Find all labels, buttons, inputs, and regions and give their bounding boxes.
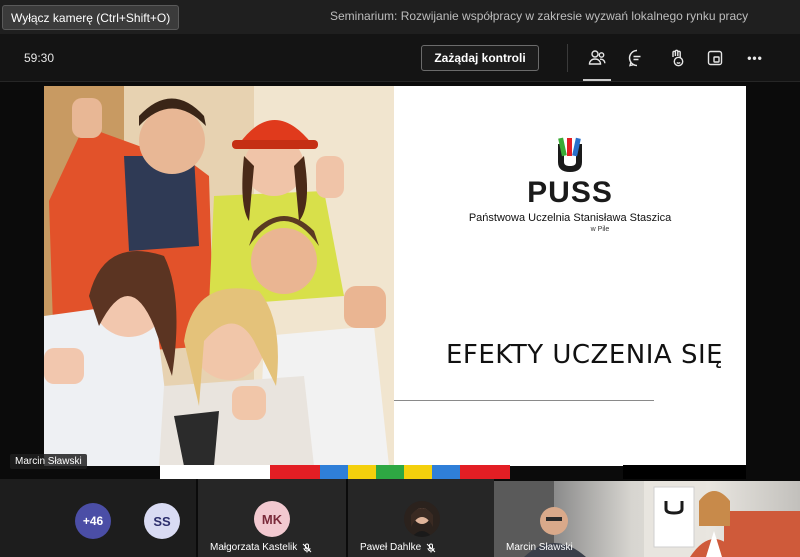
more-participants-button[interactable]: +46 — [75, 503, 111, 539]
avatar — [404, 501, 440, 537]
shared-content-stage: PUSS Państwowa Uczelnia Stanisława Stasz… — [0, 82, 800, 479]
university-name: Państwowa Uczelnia Stanisława Staszica — [468, 212, 672, 224]
avatar[interactable]: SS — [144, 503, 180, 539]
meeting-timer: 59:30 — [24, 51, 55, 65]
participant-overflow: +46 SS — [0, 479, 196, 557]
participant-name: Paweł Dahlke — [360, 542, 436, 553]
presenter-name-label: Marcin Sławski — [10, 454, 87, 469]
participant-strip: +46 SS MK Małgorzata Kastelik Paweł Dahl… — [0, 479, 800, 557]
toolbar-divider — [567, 44, 568, 72]
slide-divider — [394, 400, 654, 401]
mic-muted-icon — [302, 543, 312, 552]
slide-photo-group — [44, 86, 394, 466]
participant-video-tile[interactable]: Marcin Sławski — [494, 481, 800, 557]
university-logo: PUSS Państwowa Uczelnia Stanisława Stasz… — [394, 136, 746, 233]
meeting-toolbar: 59:30 Zażądaj kontroli ••• — [0, 34, 800, 82]
chat-icon[interactable] — [625, 46, 649, 70]
university-logo-text: PUSS — [527, 176, 613, 209]
slide-color-strip — [160, 465, 510, 479]
mic-muted-icon — [426, 543, 436, 552]
request-control-button[interactable]: Zażądaj kontroli — [421, 45, 539, 71]
people-icon[interactable] — [583, 46, 611, 81]
reactions-icon[interactable] — [665, 46, 689, 70]
university-city: w Pile — [590, 226, 610, 233]
avatar: MK — [254, 501, 290, 537]
participant-name: Małgorzata Kastelik — [210, 542, 312, 553]
presentation-slide: PUSS Państwowa Uczelnia Stanisława Stasz… — [44, 86, 746, 466]
share-tray-icon[interactable] — [703, 46, 727, 70]
title-bar: Wyłącz kamerę (Ctrl+Shift+O) Seminarium:… — [0, 0, 800, 34]
university-logo-mark-icon — [558, 137, 582, 172]
more-options-icon[interactable]: ••• — [743, 46, 767, 70]
slide-title-panel: PUSS Państwowa Uczelnia Stanisława Stasz… — [394, 86, 746, 466]
slide-heading: EFEKTY UCZENIA SIĘ — [446, 340, 724, 370]
slide-corner-block — [623, 465, 746, 479]
participant-tile[interactable]: MK Małgorzata Kastelik — [196, 479, 346, 557]
participant-name: Marcin Sławski — [506, 542, 573, 553]
meeting-title: Seminarium: Rozwijanie współpracy w zakr… — [330, 9, 749, 23]
camera-tooltip: Wyłącz kamerę (Ctrl+Shift+O) — [2, 5, 180, 30]
participant-tile[interactable]: Paweł Dahlke — [346, 479, 494, 557]
